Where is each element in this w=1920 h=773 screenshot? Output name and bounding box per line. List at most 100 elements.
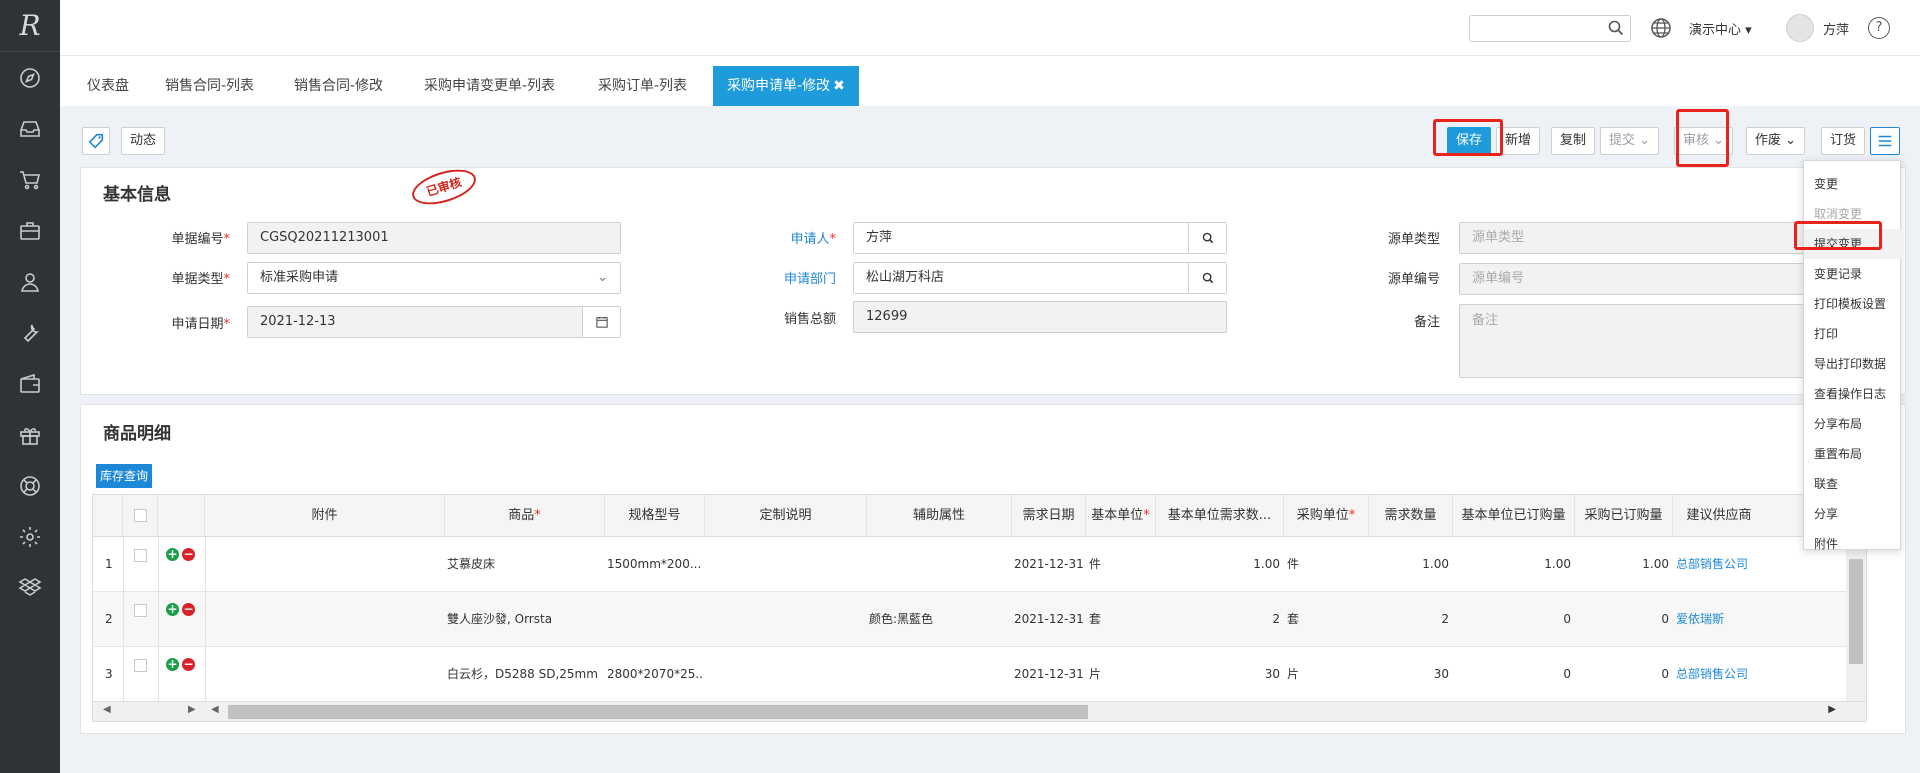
tab-dashboard[interactable]: 仪表盘 bbox=[87, 66, 129, 106]
col-base-qty[interactable]: 基本单位需求数... bbox=[1156, 495, 1284, 537]
col-custom[interactable]: 定制说明 bbox=[705, 495, 867, 537]
applicant-lookup-button[interactable] bbox=[1188, 223, 1226, 253]
cell-base-ordered[interactable]: 0 bbox=[1453, 647, 1571, 702]
col-product[interactable]: 商品* bbox=[445, 495, 605, 537]
src-no-field[interactable]: 源单编号 bbox=[1459, 263, 1804, 295]
menu-item-share[interactable]: 分享 bbox=[1804, 499, 1902, 529]
cell-product[interactable]: 艾慕皮床 bbox=[447, 537, 602, 592]
tab-sales-contract-list[interactable]: 销售合同-列表 bbox=[165, 66, 254, 106]
cell-pur-ordered[interactable]: 0 bbox=[1575, 647, 1669, 702]
col-attach[interactable]: 附件 bbox=[205, 495, 445, 537]
col-base-ordered[interactable]: 基本单位已订购量 bbox=[1453, 495, 1575, 537]
cell-pur-ordered[interactable]: 0 bbox=[1575, 592, 1669, 647]
col-pur-unit[interactable]: 采购单位* bbox=[1284, 495, 1369, 537]
tab-purchase-request-change-list[interactable]: 采购申请变更单-列表 bbox=[424, 66, 555, 106]
remove-row-icon[interactable]: − bbox=[182, 603, 195, 616]
copy-button[interactable]: 复制 bbox=[1551, 127, 1596, 155]
tab-sales-contract-edit[interactable]: 销售合同-修改 bbox=[294, 66, 383, 106]
dept-field[interactable]: 松山湖万科店 bbox=[853, 262, 1227, 294]
col-pur-ordered[interactable]: 采购已订购量 bbox=[1575, 495, 1673, 537]
menu-item-print-template[interactable]: 打印模板设置 bbox=[1804, 289, 1902, 319]
apply-date-field[interactable]: 2021-12-13 bbox=[247, 306, 621, 338]
cell-base-unit[interactable]: 片 bbox=[1089, 647, 1149, 702]
scroll-right-icon[interactable]: ▶ bbox=[188, 704, 196, 715]
stock-query-button[interactable]: 库存查询 bbox=[96, 464, 153, 488]
user-name[interactable]: 方萍 bbox=[1823, 19, 1849, 38]
vertical-scrollbar[interactable] bbox=[1846, 537, 1866, 702]
menu-item-linked-query[interactable]: 联查 bbox=[1804, 469, 1902, 499]
cell-qty[interactable]: 2 bbox=[1369, 592, 1449, 647]
gear-icon[interactable] bbox=[0, 511, 60, 562]
add-row-icon[interactable]: + bbox=[166, 548, 179, 561]
menu-item-change[interactable]: 变更 bbox=[1804, 169, 1902, 199]
table-row[interactable]: 1 + − 艾慕皮床 1500mm*200... 2021-12-31 件 1.… bbox=[93, 537, 1866, 592]
select-all-checkbox[interactable] bbox=[134, 509, 147, 522]
search-box[interactable] bbox=[1469, 15, 1631, 42]
cell-spec[interactable]: 1500mm*200... bbox=[607, 537, 703, 592]
cell-base-ordered[interactable]: 0 bbox=[1453, 592, 1571, 647]
search-icon[interactable] bbox=[1608, 20, 1624, 36]
calendar-button[interactable] bbox=[582, 307, 620, 337]
dept-lookup-button[interactable] bbox=[1188, 263, 1226, 293]
gift-icon[interactable] bbox=[0, 409, 60, 460]
void-dropdown[interactable]: 作废 ⌄ bbox=[1746, 127, 1806, 155]
org-switcher[interactable]: 演示中心 ▾ bbox=[1689, 19, 1752, 38]
menu-item-operation-log[interactable]: 查看操作日志 bbox=[1804, 379, 1902, 409]
menu-item-share-layout[interactable]: 分享布局 bbox=[1804, 409, 1902, 439]
tag-button[interactable] bbox=[82, 127, 110, 155]
scroll-right-icon[interactable]: ▶ bbox=[1828, 704, 1836, 715]
horizontal-scrollbar[interactable]: ◀ ▶ ◀ ▶ bbox=[93, 701, 1866, 721]
scroll-left-icon[interactable]: ◀ bbox=[211, 704, 219, 715]
cell-base-qty[interactable]: 1.00 bbox=[1156, 537, 1280, 592]
cell-pur-ordered[interactable]: 1.00 bbox=[1575, 537, 1669, 592]
cell-spec[interactable]: 2800*2070*25... bbox=[607, 647, 703, 702]
menu-item-reset-layout[interactable]: 重置布局 bbox=[1804, 439, 1902, 469]
close-icon[interactable]: ✖ bbox=[833, 78, 845, 94]
cell-date[interactable]: 2021-12-31 bbox=[1014, 537, 1084, 592]
cell-pur-unit[interactable]: 套 bbox=[1287, 592, 1347, 647]
row-checkbox[interactable] bbox=[134, 549, 147, 562]
remove-row-icon[interactable]: − bbox=[182, 548, 195, 561]
scroll-left-icon[interactable]: ◀ bbox=[103, 704, 111, 715]
tab-purchase-request-edit[interactable]: 采购申请单-修改 ✖ bbox=[713, 66, 859, 106]
row-checkbox[interactable] bbox=[134, 659, 147, 672]
compass-icon[interactable] bbox=[0, 52, 60, 103]
cell-base-qty[interactable]: 30 bbox=[1156, 647, 1280, 702]
help-icon[interactable]: ? bbox=[1868, 17, 1890, 39]
row-checkbox[interactable] bbox=[134, 604, 147, 617]
menu-item-attachment[interactable]: 附件 bbox=[1804, 529, 1902, 559]
cell-product[interactable]: 白云杉，D5288 SD,25mm bbox=[447, 647, 602, 702]
col-base-unit[interactable]: 基本单位* bbox=[1086, 495, 1156, 537]
lifebuoy-icon[interactable] bbox=[0, 460, 60, 511]
cell-supplier[interactable]: 总部销售公司 bbox=[1676, 537, 1766, 592]
tab-purchase-order-list[interactable]: 采购订单-列表 bbox=[598, 66, 687, 106]
add-row-icon[interactable]: + bbox=[166, 658, 179, 671]
remark-field[interactable]: 备注 bbox=[1459, 304, 1804, 378]
dropbox-icon[interactable] bbox=[0, 562, 60, 613]
cell-base-unit[interactable]: 件 bbox=[1089, 537, 1149, 592]
cell-supplier[interactable]: 爱依瑞斯 bbox=[1676, 592, 1766, 647]
sales-total-field[interactable]: 12699 bbox=[853, 301, 1227, 333]
col-need-date[interactable]: 需求日期 bbox=[1012, 495, 1086, 537]
order-button[interactable]: 订货 bbox=[1821, 127, 1866, 155]
briefcase-icon[interactable] bbox=[0, 205, 60, 256]
col-aux[interactable]: 辅助属性 bbox=[867, 495, 1012, 537]
remove-row-icon[interactable]: − bbox=[182, 658, 195, 671]
cell-date[interactable]: 2021-12-31 bbox=[1014, 592, 1084, 647]
dynamic-button[interactable]: 动态 bbox=[121, 127, 166, 155]
cell-qty[interactable]: 30 bbox=[1369, 647, 1449, 702]
vertical-scroll-thumb[interactable] bbox=[1849, 559, 1863, 664]
cell-base-ordered[interactable]: 1.00 bbox=[1453, 537, 1571, 592]
wallet-icon[interactable] bbox=[0, 358, 60, 409]
applicant-field[interactable]: 方萍 bbox=[853, 222, 1227, 254]
cell-qty[interactable]: 1.00 bbox=[1369, 537, 1449, 592]
src-type-field[interactable]: 源单类型 bbox=[1459, 222, 1804, 254]
wrench-icon[interactable] bbox=[0, 307, 60, 358]
cell-aux[interactable] bbox=[869, 647, 1009, 702]
inbox-icon[interactable] bbox=[0, 103, 60, 154]
cell-aux[interactable] bbox=[869, 537, 1009, 592]
add-row-icon[interactable]: + bbox=[166, 603, 179, 616]
table-row[interactable]: 2 + − 雙人座沙發, Orrsta 颜色:黑藍色 2021-12-31 套 … bbox=[93, 592, 1866, 647]
menu-item-print[interactable]: 打印 bbox=[1804, 319, 1902, 349]
more-menu-button[interactable] bbox=[1870, 127, 1900, 155]
